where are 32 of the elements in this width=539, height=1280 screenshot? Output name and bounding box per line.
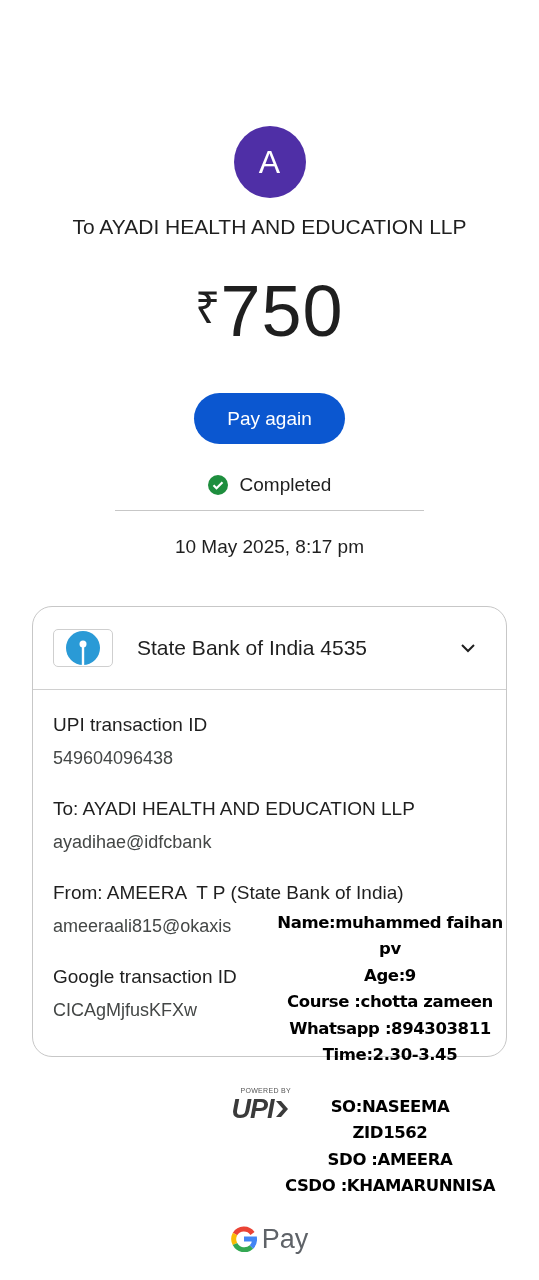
annotation-text: Course :chotta zameen [287,991,493,1014]
g-logo-icon [230,1226,257,1252]
annotation-text: Time:2.30-3.45 [322,1044,458,1067]
payee-name: To AYADI HEALTH AND EDUCATION LLP [72,214,467,240]
annotation-text: Age:9 [364,964,416,987]
bank-account-name: State Bank of India 4535 [137,636,368,660]
chevron-arrow-icon [274,1100,289,1118]
status-label: Completed [239,474,332,496]
annotation-text: SO:NASEEMA [330,1096,450,1118]
avatar: A [233,126,306,198]
detail-value: CICAgMjfusKFXw [53,999,198,1022]
chevron-icon[interactable] [460,643,476,653]
detail-value: ameeraali815@okaxis [53,915,232,938]
pay-again-button[interactable]: Pay again [194,393,345,444]
annotation-text: pv [379,938,401,961]
transaction-date: 10 May 2025, 8:17 pm [174,535,365,559]
annotation-text: Name:muhammed faihan [277,912,503,934]
detail-label: From: AMEERA T P (State Bank of India) [53,881,404,905]
detail-label: To: AYADI HEALTH AND EDUCATION LLP [53,797,415,821]
detail-label: UPI transaction ID [53,713,208,737]
annotation-text: ZID1562 [352,1122,428,1145]
detail-value: 549604096438 [53,747,174,770]
annotation-text: CSDO :KHAMARUNNISA [284,1175,496,1198]
annotation-text: SDO :AMEERA [327,1148,453,1171]
bank-logo-icon [53,629,113,667]
currency-symbol: ₹ [195,283,221,333]
annotation-text: Whatsapp :894303811 [289,1017,491,1040]
upi-logo: UPI [231,1095,274,1123]
detail-label: Google transaction ID [53,965,237,989]
google-pay-label: Pay [261,1223,309,1255]
amount: 750 [220,270,344,353]
detail-value: ayadihae@idfcbank [53,831,212,854]
